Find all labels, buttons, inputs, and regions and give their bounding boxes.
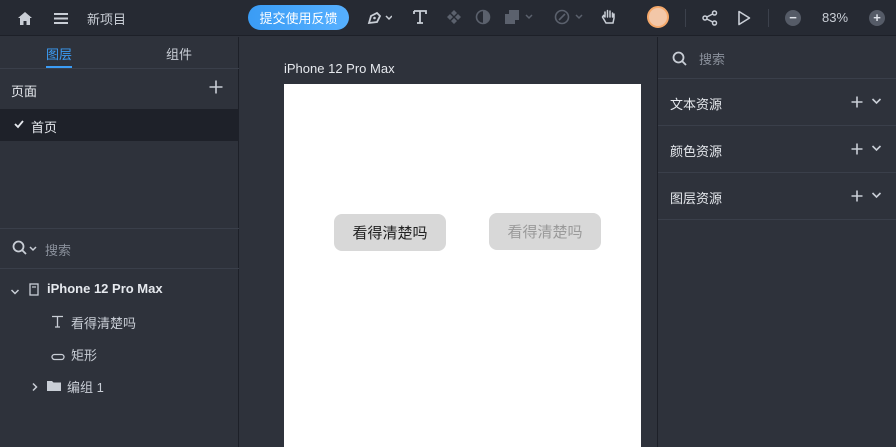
layer-text[interactable]: 看得清楚吗	[0, 305, 239, 337]
home-icon[interactable]	[15, 8, 35, 28]
pages-header: 页面	[0, 69, 239, 109]
chevron-down-icon[interactable]	[871, 187, 882, 202]
play-icon[interactable]	[734, 8, 754, 28]
resource-label: 颜色资源	[670, 144, 723, 159]
page-item-home[interactable]: 首页	[0, 109, 239, 141]
zoom-level[interactable]: 83%	[815, 10, 855, 25]
canvas-button-dark-text[interactable]: 看得清楚吗	[334, 214, 446, 251]
layer-search-input[interactable]: 搜索	[45, 240, 71, 259]
boolean-icon[interactable]	[503, 8, 535, 26]
tab-components[interactable]: 组件	[166, 44, 192, 63]
component-icon[interactable]	[445, 8, 463, 26]
check-icon	[14, 117, 24, 132]
chevron-down-icon[interactable]	[871, 93, 882, 108]
layer-label: 编组 1	[67, 380, 104, 395]
symbol-icon[interactable]	[553, 8, 585, 26]
layer-artboard[interactable]: iPhone 12 Pro Max	[0, 273, 239, 305]
hand-tool-icon[interactable]	[599, 7, 619, 27]
chevron-right-icon[interactable]	[31, 380, 39, 395]
zoom-in-icon[interactable]: +	[869, 10, 885, 26]
top-toolbar: 新项目 提交使用反馈 − 83% +	[0, 0, 896, 36]
add-resource-icon[interactable]	[851, 186, 863, 206]
zoom-out-icon[interactable]: −	[785, 10, 801, 26]
chevron-down-icon[interactable]	[871, 140, 882, 155]
share-icon[interactable]	[700, 8, 720, 28]
design-canvas[interactable]: iPhone 12 Pro Max 看得清楚吗 看得清楚吗	[240, 37, 657, 447]
left-panel: 图层 组件 页面 首页 搜索 iPhone 12 Pro Max 看得清楚吗 矩…	[0, 37, 239, 447]
layer-rectangle[interactable]: 矩形	[0, 337, 239, 369]
folder-icon	[46, 379, 62, 395]
feedback-button[interactable]: 提交使用反馈	[248, 5, 349, 30]
pen-tool-icon[interactable]	[365, 8, 393, 28]
search-icon[interactable]	[12, 240, 38, 259]
add-resource-icon[interactable]	[851, 139, 863, 159]
resource-row-layer[interactable]: 图层资源	[658, 173, 896, 220]
page-item-label: 首页	[31, 120, 58, 135]
canvas-button-light-text[interactable]: 看得清楚吗	[489, 213, 601, 250]
menu-icon[interactable]	[51, 8, 71, 28]
user-avatar[interactable]	[647, 6, 669, 28]
text-icon	[51, 315, 64, 331]
resource-search[interactable]: 搜索	[658, 37, 896, 79]
text-tool-icon[interactable]	[410, 7, 430, 27]
layer-label: 矩形	[71, 348, 98, 363]
pages-label: 页面	[11, 84, 38, 99]
project-title[interactable]: 新项目	[87, 9, 126, 28]
tab-layers[interactable]: 图层	[46, 44, 72, 63]
active-tab-indicator	[46, 66, 72, 68]
left-tabs: 图层 组件	[0, 37, 239, 69]
resource-row-color[interactable]: 颜色资源	[658, 126, 896, 173]
resource-row-text[interactable]: 文本资源	[658, 79, 896, 126]
artboard-title[interactable]: iPhone 12 Pro Max	[284, 61, 395, 76]
mask-icon[interactable]	[474, 8, 492, 26]
chevron-down-icon[interactable]	[10, 284, 20, 299]
layer-label: iPhone 12 Pro Max	[47, 281, 163, 296]
layer-label: 看得清楚吗	[71, 316, 137, 331]
search-icon[interactable]	[672, 51, 688, 70]
artboard-icon	[29, 283, 39, 299]
resource-search-input[interactable]: 搜索	[699, 49, 725, 68]
toolbar-divider	[685, 9, 686, 27]
layer-search[interactable]: 搜索	[0, 229, 239, 269]
add-resource-icon[interactable]	[851, 92, 863, 112]
artboard[interactable]: 看得清楚吗 看得清楚吗	[284, 84, 641, 447]
add-page-icon[interactable]	[209, 78, 223, 98]
toolbar-divider	[768, 9, 769, 27]
layer-group[interactable]: 编组 1	[0, 369, 239, 401]
resource-label: 文本资源	[670, 97, 723, 112]
rectangle-icon	[51, 349, 65, 364]
resource-label: 图层资源	[670, 191, 723, 206]
right-panel: 搜索 文本资源 颜色资源 图层资源	[657, 37, 896, 447]
